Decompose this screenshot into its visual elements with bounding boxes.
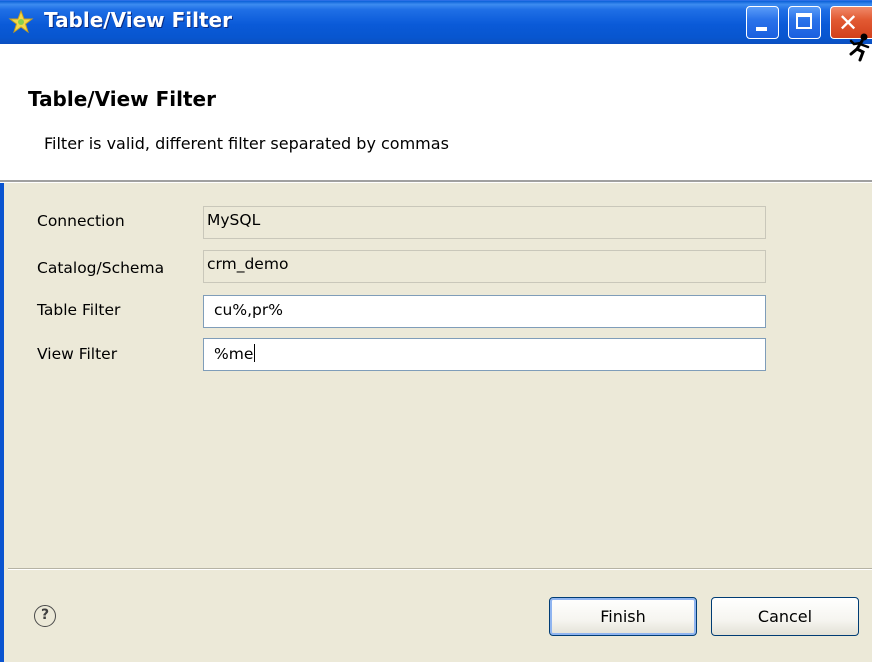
table-filter-input[interactable]: cu%,pr% xyxy=(203,295,766,328)
connection-label: Connection xyxy=(37,212,125,230)
catalog-schema-label: Catalog/Schema xyxy=(37,259,165,277)
dialog-header: Table/View Filter Filter is valid, diffe… xyxy=(0,44,872,180)
text-caret xyxy=(254,344,256,362)
view-filter-label: View Filter xyxy=(37,345,118,363)
finish-button[interactable]: Finish xyxy=(549,597,697,636)
minimize-icon xyxy=(756,27,767,31)
catalog-schema-field: crm_demo xyxy=(203,250,766,283)
minimize-button[interactable] xyxy=(746,6,779,39)
footer-divider xyxy=(8,568,872,570)
title-bar[interactable]: Table/View Filter ✕ xyxy=(0,0,872,44)
view-filter-value: %me xyxy=(214,345,254,363)
dialog-window: Table/View Filter ✕ Table/View Filter Fi… xyxy=(0,0,872,662)
maximize-icon xyxy=(796,13,812,29)
connection-field: MySQL xyxy=(203,206,766,239)
header-message: Filter is valid, different filter separa… xyxy=(44,134,449,153)
window-title: Table/View Filter xyxy=(44,8,232,32)
window-left-border xyxy=(0,183,4,662)
running-figure-icon xyxy=(849,33,870,62)
cancel-button[interactable]: Cancel xyxy=(711,597,859,636)
view-filter-input[interactable]: %me xyxy=(203,338,766,371)
help-icon[interactable]: ? xyxy=(34,605,56,627)
wizard-star-icon xyxy=(8,9,34,34)
maximize-button[interactable] xyxy=(788,6,821,39)
table-filter-label: Table Filter xyxy=(37,301,121,319)
header-title: Table/View Filter xyxy=(28,87,216,111)
